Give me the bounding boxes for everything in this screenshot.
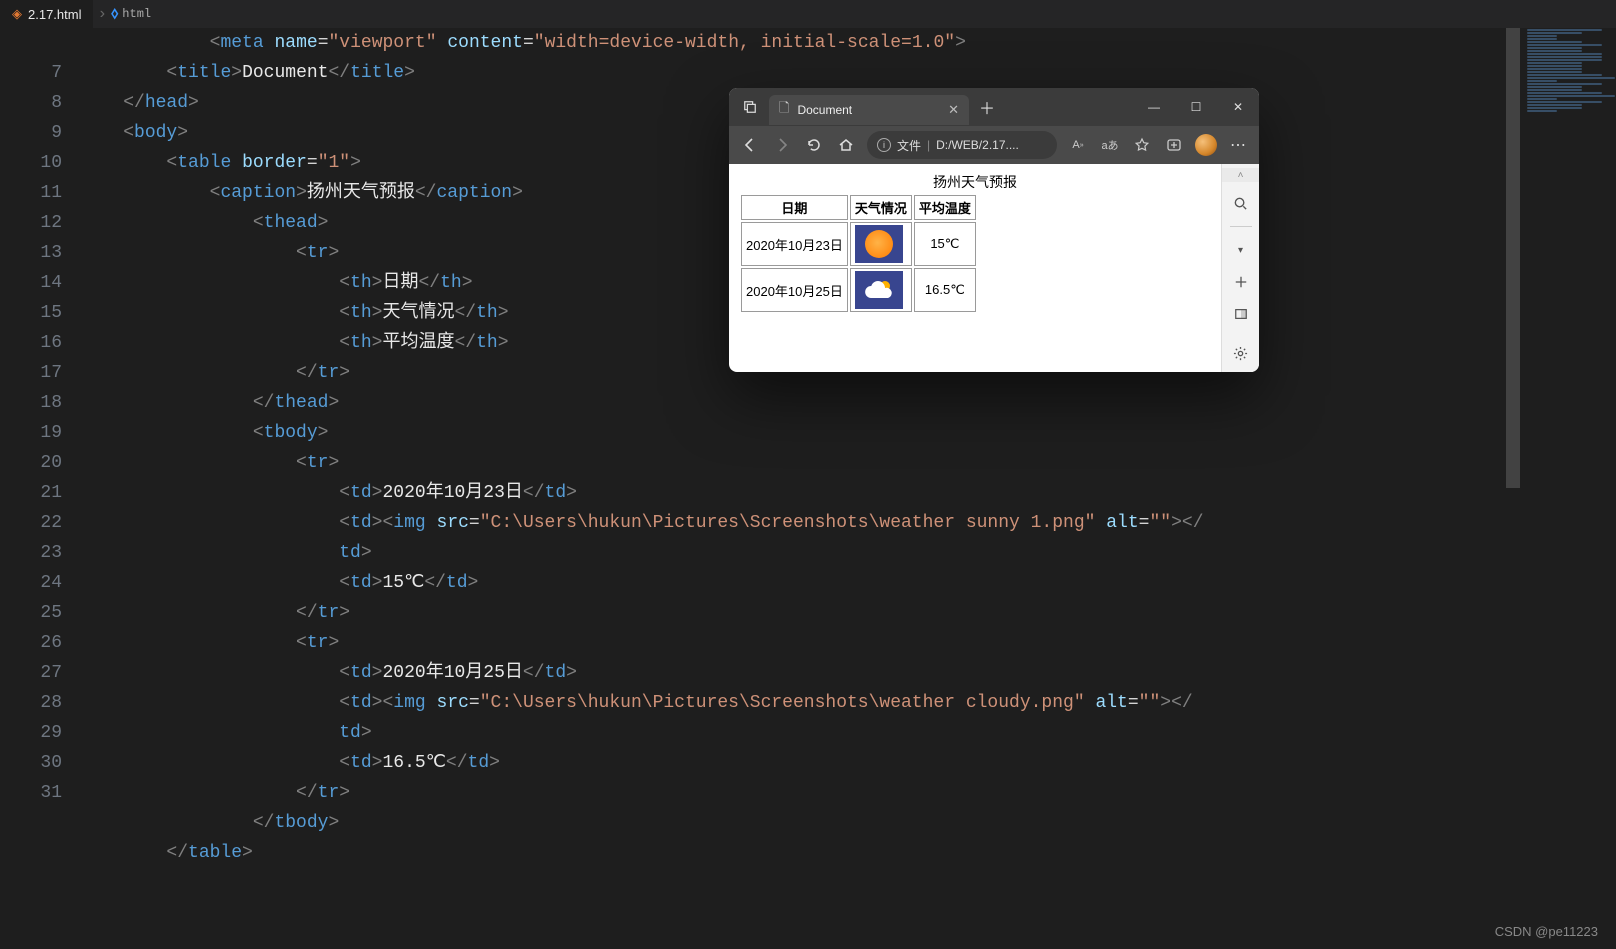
line-number: 31 bbox=[0, 778, 80, 808]
forward-button[interactable] bbox=[767, 130, 797, 160]
table-caption: 扬州天气预报 bbox=[739, 172, 1211, 192]
table-row: 2020年10月23日 15℃ bbox=[741, 222, 976, 266]
address-bar[interactable]: i 文件 | D:/WEB/2.17.... bbox=[867, 131, 1057, 159]
cell-weather-icon bbox=[850, 268, 912, 312]
html-file-icon: ◈ bbox=[12, 6, 22, 22]
scroll-up-icon[interactable]: ˄ bbox=[1222, 168, 1259, 182]
new-tab-button[interactable]: ＋ bbox=[973, 93, 1001, 121]
line-number: 23 bbox=[0, 538, 80, 568]
url-file-label: 文件 bbox=[897, 137, 921, 154]
page-icon: 🗋 bbox=[779, 99, 789, 121]
line-number: 14 bbox=[0, 268, 80, 298]
browser-window: 🗋 Document ✕ ＋ ― ☐ ✕ i 文件 | D:/WEB/2.17.… bbox=[729, 88, 1259, 372]
minimize-button[interactable]: ― bbox=[1133, 88, 1175, 126]
line-number-gutter: 7891011121314151617181920212223242526272… bbox=[0, 28, 80, 949]
cell-temp: 15℃ bbox=[914, 222, 976, 266]
line-number: 25 bbox=[0, 598, 80, 628]
cell-weather-icon bbox=[850, 222, 912, 266]
line-number: 10 bbox=[0, 148, 80, 178]
gear-icon[interactable] bbox=[1230, 342, 1252, 364]
browser-viewport: 扬州天气预报 日期 天气情况 平均温度 2020年10月23日 15℃ 2020… bbox=[729, 164, 1259, 372]
cloud-sun-icon bbox=[862, 278, 896, 302]
line-number: 13 bbox=[0, 238, 80, 268]
browser-titlebar[interactable]: 🗋 Document ✕ ＋ ― ☐ ✕ bbox=[729, 88, 1259, 126]
line-number: 22 bbox=[0, 508, 80, 538]
line-number: 28 bbox=[0, 688, 80, 718]
favorites-button[interactable] bbox=[1127, 130, 1157, 160]
line-number: 8 bbox=[0, 88, 80, 118]
back-button[interactable] bbox=[735, 130, 765, 160]
scrollbar-thumb[interactable] bbox=[1506, 28, 1520, 488]
breadcrumb-separator-icon: › bbox=[93, 5, 111, 23]
line-number: 29 bbox=[0, 718, 80, 748]
browser-sidebar: ˄ ▾ bbox=[1221, 164, 1259, 372]
search-icon[interactable] bbox=[1230, 192, 1252, 214]
line-number: 16 bbox=[0, 328, 80, 358]
sun-icon bbox=[865, 230, 893, 258]
menu-button[interactable]: ⋯ bbox=[1223, 130, 1253, 160]
tab-actions-button[interactable] bbox=[735, 92, 765, 122]
editor-tab[interactable]: ◈ 2.17.html bbox=[0, 0, 93, 28]
profile-avatar[interactable] bbox=[1195, 134, 1217, 156]
url-text: D:/WEB/2.17.... bbox=[936, 138, 1019, 152]
page-body: 扬州天气预报 日期 天气情况 平均温度 2020年10月23日 15℃ 2020… bbox=[729, 164, 1221, 372]
panel-icon[interactable] bbox=[1230, 303, 1252, 325]
site-info-icon[interactable]: i bbox=[877, 138, 891, 152]
browser-toolbar: i 文件 | D:/WEB/2.17.... A» aあ ⋯ bbox=[729, 126, 1259, 164]
watermark-text: CSDN @pe11223 bbox=[1495, 924, 1598, 939]
line-number: 7 bbox=[0, 58, 80, 88]
line-number: 11 bbox=[0, 178, 80, 208]
line-number: 24 bbox=[0, 568, 80, 598]
translate-button[interactable]: aあ bbox=[1095, 130, 1125, 160]
maximize-button[interactable]: ☐ bbox=[1175, 88, 1217, 126]
line-number: 18 bbox=[0, 388, 80, 418]
col-date: 日期 bbox=[741, 195, 848, 220]
read-aloud-button[interactable]: A» bbox=[1063, 130, 1093, 160]
line-number: 9 bbox=[0, 118, 80, 148]
cell-date: 2020年10月25日 bbox=[741, 268, 848, 312]
tab-filename: 2.17.html bbox=[28, 7, 81, 22]
collections-button[interactable] bbox=[1159, 130, 1189, 160]
editor-tab-bar: ◈ 2.17.html › ⬨ html bbox=[0, 0, 1616, 28]
table-row: 2020年10月25日 16.5℃ bbox=[741, 268, 976, 312]
cell-temp: 16.5℃ bbox=[914, 268, 976, 312]
line-number: 12 bbox=[0, 208, 80, 238]
col-temp: 平均温度 bbox=[914, 195, 976, 220]
breadcrumb-item[interactable]: ⬨ html bbox=[111, 5, 151, 23]
line-number: 15 bbox=[0, 298, 80, 328]
line-number: 26 bbox=[0, 628, 80, 658]
line-number: 30 bbox=[0, 748, 80, 778]
line-number: 20 bbox=[0, 448, 80, 478]
plus-icon[interactable] bbox=[1230, 271, 1252, 293]
col-weather: 天气情况 bbox=[850, 195, 912, 220]
line-number bbox=[0, 28, 80, 58]
line-number: 17 bbox=[0, 358, 80, 388]
weather-table: 日期 天气情况 平均温度 2020年10月23日 15℃ 2020年10月25日 bbox=[739, 193, 978, 314]
editor-scrollbar[interactable] bbox=[1506, 28, 1520, 949]
browser-tab-title: Document bbox=[797, 103, 852, 117]
close-tab-icon[interactable]: ✕ bbox=[948, 102, 959, 118]
line-number: 27 bbox=[0, 658, 80, 688]
line-number: 21 bbox=[0, 478, 80, 508]
home-button[interactable] bbox=[831, 130, 861, 160]
line-number: 19 bbox=[0, 418, 80, 448]
close-window-button[interactable]: ✕ bbox=[1217, 88, 1259, 126]
cell-date: 2020年10月23日 bbox=[741, 222, 848, 266]
refresh-button[interactable] bbox=[799, 130, 829, 160]
element-icon: ⬨ bbox=[111, 5, 118, 23]
browser-tab[interactable]: 🗋 Document ✕ bbox=[769, 95, 969, 125]
chevron-down-icon[interactable]: ▾ bbox=[1230, 239, 1252, 261]
